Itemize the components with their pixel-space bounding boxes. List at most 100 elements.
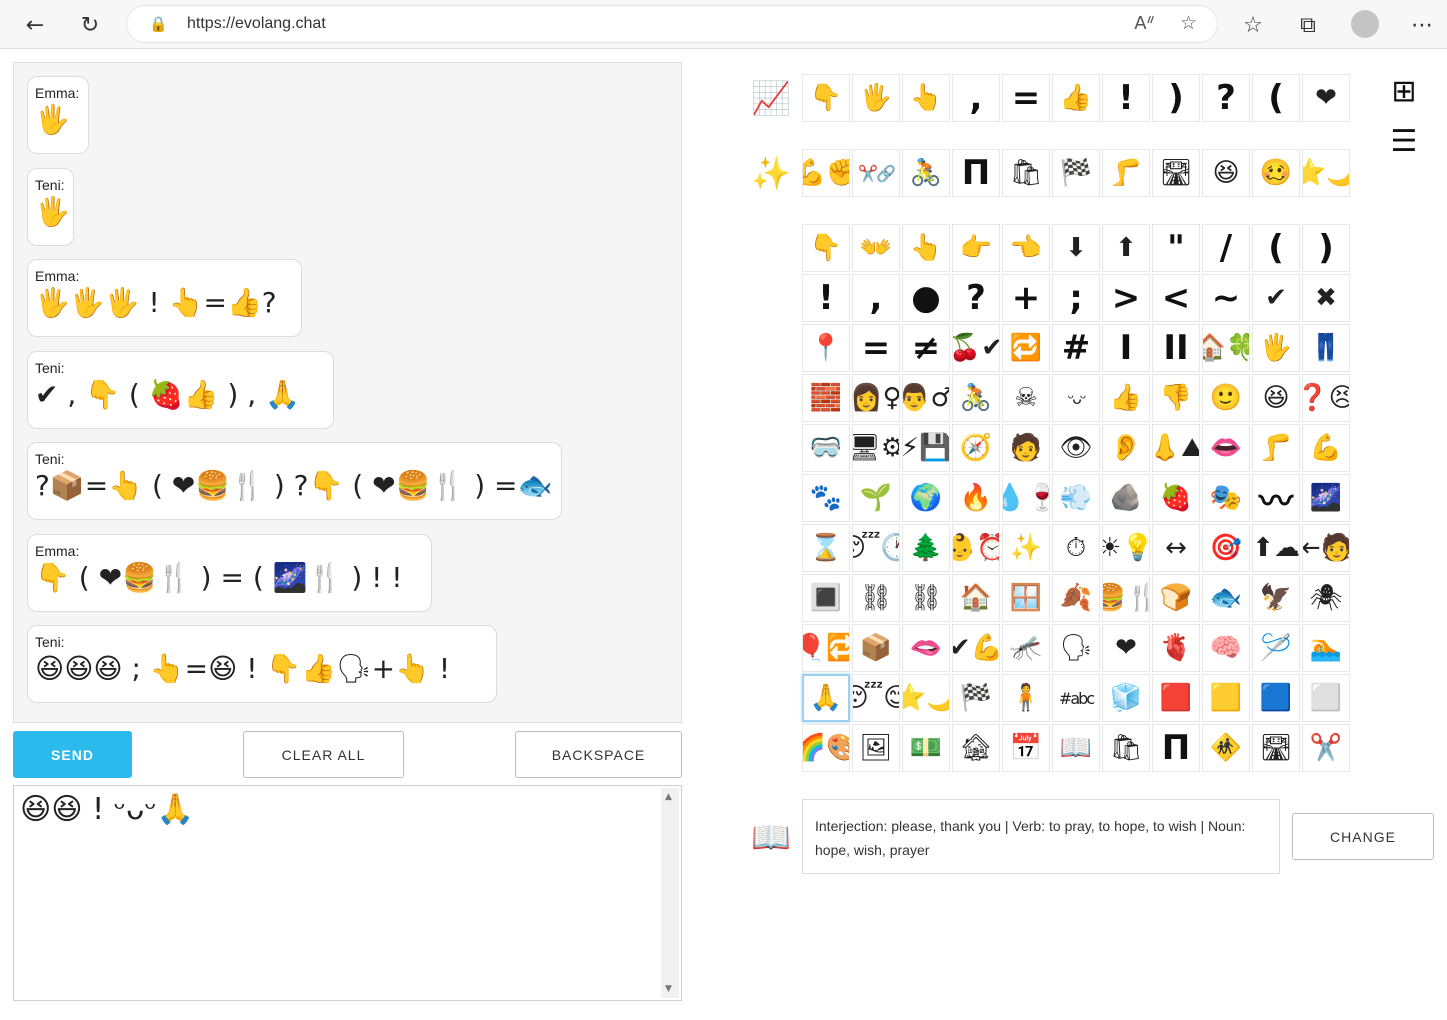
palette-symbol[interactable]: 🔳 xyxy=(802,574,850,622)
palette-symbol[interactable]: 🪡 xyxy=(1252,624,1300,672)
more-icon[interactable]: ⋯ xyxy=(1405,8,1439,42)
palette-symbol[interactable]: 💧🍷 xyxy=(1002,474,1050,522)
palette-symbol[interactable]: 🚴 xyxy=(902,149,950,197)
palette-symbol[interactable]: 🖐 xyxy=(1252,324,1300,372)
palette-symbol[interactable]: 🎈🔁 xyxy=(802,624,850,672)
palette-symbol[interactable]: ⛓ xyxy=(902,574,950,622)
palette-symbol[interactable]: ⬜ xyxy=(1302,674,1350,722)
palette-symbol[interactable]: 🟥 xyxy=(1152,674,1200,722)
palette-symbol[interactable]: ⬇ xyxy=(1052,224,1100,272)
avatar[interactable] xyxy=(1351,10,1379,38)
palette-symbol[interactable]: Π xyxy=(1152,724,1200,772)
palette-symbol[interactable]: ⬆☁ xyxy=(1252,524,1300,572)
palette-symbol[interactable]: ⚡💾 xyxy=(902,424,950,472)
palette-symbol[interactable]: 👈 xyxy=(1002,224,1050,272)
palette-symbol[interactable]: 👄 xyxy=(1202,424,1250,472)
palette-symbol[interactable]: , xyxy=(852,274,900,322)
palette-symbol[interactable]: ) xyxy=(1302,224,1350,272)
palette-symbol[interactable]: 〰 xyxy=(1252,474,1300,522)
palette-symbol[interactable]: 🎭 xyxy=(1202,474,1250,522)
palette-symbol[interactable]: = xyxy=(852,324,900,372)
add-box-icon[interactable]: ⊞ xyxy=(1386,73,1422,109)
palette-symbol[interactable]: II xyxy=(1152,324,1200,372)
palette-symbol[interactable]: 🍔🍴 xyxy=(1102,574,1150,622)
palette-symbol[interactable]: 🍂 xyxy=(1052,574,1100,622)
palette-symbol[interactable]: 🎯 xyxy=(1202,524,1250,572)
palette-symbol[interactable]: 🖥⚙ xyxy=(852,424,900,472)
palette-symbol[interactable]: 👩♀ xyxy=(852,374,900,422)
palette-symbol[interactable]: ✂️🔗 xyxy=(852,149,900,197)
palette-symbol[interactable]: 👖 xyxy=(1302,324,1350,372)
palette-symbol[interactable]: 😴🕐 xyxy=(852,524,900,572)
palette-symbol[interactable]: 👶⏰ xyxy=(952,524,1000,572)
scroll-down-icon[interactable]: ▼ xyxy=(665,984,672,994)
palette-symbol[interactable]: ✨ xyxy=(1002,524,1050,572)
palette-symbol[interactable]: 🕷 xyxy=(1302,574,1350,622)
palette-symbol[interactable]: 📖 xyxy=(1052,724,1100,772)
palette-symbol[interactable]: #abc xyxy=(1052,674,1100,722)
palette-symbol[interactable]: / xyxy=(1202,224,1250,272)
palette-symbol[interactable]: 📍 xyxy=(802,324,850,372)
palette-symbol[interactable]: 🌍 xyxy=(902,474,950,522)
palette-symbol[interactable]: 🐟 xyxy=(1202,574,1250,622)
palette-symbol[interactable]: ) xyxy=(1152,74,1200,122)
favorites-icon[interactable]: ☆ xyxy=(1236,8,1270,42)
composer-text[interactable]: 😆😆 ! ᵕᴗᵕ🙏 xyxy=(20,792,194,827)
change-button[interactable]: CHANGE xyxy=(1292,813,1434,860)
palette-symbol[interactable]: 💨 xyxy=(1052,474,1100,522)
palette-symbol[interactable]: 🧱 xyxy=(802,374,850,422)
palette-symbol[interactable]: 💪 xyxy=(1302,424,1350,472)
palette-symbol[interactable]: 👇 xyxy=(802,224,850,272)
palette-symbol[interactable]: 🌌 xyxy=(1302,474,1350,522)
list-icon[interactable]: ☰ xyxy=(1386,123,1422,159)
palette-symbol[interactable]: 🙂 xyxy=(1202,374,1250,422)
palette-symbol[interactable]: 🏠🍀 xyxy=(1202,324,1250,372)
palette-symbol[interactable]: ● xyxy=(902,274,950,322)
composer-scrollbar[interactable]: ▲ ▼ xyxy=(661,788,679,998)
palette-symbol[interactable]: , xyxy=(952,74,1000,122)
palette-symbol[interactable]: ⛓ xyxy=(852,574,900,622)
palette-symbol[interactable]: ☀💡 xyxy=(1102,524,1150,572)
palette-symbol[interactable]: 🫀 xyxy=(1152,624,1200,672)
palette-symbol[interactable]: 👇 xyxy=(802,74,850,122)
palette-symbol[interactable]: 💵 xyxy=(902,724,950,772)
palette-symbol[interactable]: ! xyxy=(1102,74,1150,122)
palette-symbol[interactable]: 🍒✔ xyxy=(952,324,1000,372)
lock-icon[interactable]: 🔒 xyxy=(149,15,168,33)
palette-symbol[interactable]: 🏁 xyxy=(1052,149,1100,197)
palette-symbol[interactable]: ; xyxy=(1052,274,1100,322)
palette-symbol[interactable]: 🧑 xyxy=(1002,424,1050,472)
palette-symbol[interactable]: 👨♂ xyxy=(902,374,950,422)
back-icon[interactable]: ← xyxy=(18,8,52,42)
palette-symbol[interactable]: 🥽 xyxy=(802,424,850,472)
palette-symbol[interactable]: ✂️ xyxy=(1302,724,1350,772)
palette-symbol[interactable]: 🟨 xyxy=(1202,674,1250,722)
palette-symbol[interactable]: ! xyxy=(802,274,850,322)
palette-symbol[interactable]: ( xyxy=(1252,74,1300,122)
collections-icon[interactable]: ⧉ xyxy=(1291,8,1325,42)
palette-symbol[interactable]: 🥴 xyxy=(1252,149,1300,197)
palette-symbol[interactable]: 🔥 xyxy=(952,474,1000,522)
palette-symbol[interactable]: 🏁 xyxy=(952,674,1000,722)
palette-symbol[interactable]: 🐾 xyxy=(802,474,850,522)
url-text[interactable]: https://evolang.chat xyxy=(187,15,326,33)
palette-symbol[interactable]: 👎 xyxy=(1152,374,1200,422)
palette-symbol[interactable]: Π xyxy=(952,149,1000,197)
palette-symbol[interactable]: 🚸 xyxy=(1202,724,1250,772)
palette-symbol[interactable]: 🚴 xyxy=(952,374,1000,422)
palette-symbol[interactable]: 🖐 xyxy=(852,74,900,122)
palette-symbol[interactable]: 🌲 xyxy=(902,524,950,572)
palette-symbol[interactable]: 🧍 xyxy=(1002,674,1050,722)
palette-symbol[interactable]: ⭐🌙 xyxy=(1302,149,1350,197)
palette-symbol[interactable]: 📅 xyxy=(1002,724,1050,772)
palette-symbol[interactable]: 🦟 xyxy=(1002,624,1050,672)
refresh-icon[interactable]: ↻ xyxy=(73,8,107,42)
palette-symbol[interactable]: ⌛ xyxy=(802,524,850,572)
palette-symbol[interactable]: 😆 xyxy=(1202,149,1250,197)
backspace-button[interactable]: BACKSPACE xyxy=(515,731,682,778)
palette-symbol[interactable]: 🏚 xyxy=(952,724,1000,772)
palette-symbol[interactable]: 👃⛰ xyxy=(1152,424,1200,472)
palette-symbol[interactable]: 👆 xyxy=(902,74,950,122)
palette-symbol[interactable]: ↔ xyxy=(1152,524,1200,572)
palette-symbol[interactable]: # xyxy=(1052,324,1100,372)
